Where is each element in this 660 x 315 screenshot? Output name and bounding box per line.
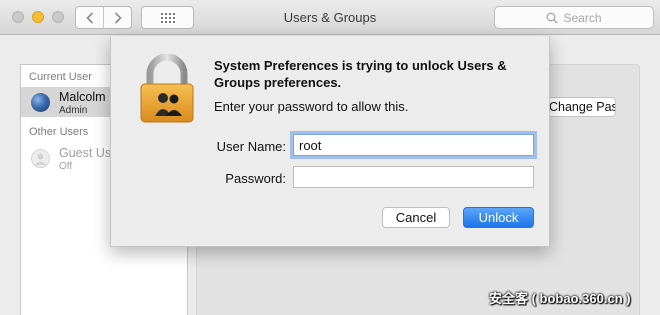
user-role: Off — [59, 161, 73, 172]
grid-icon — [160, 12, 175, 23]
guest-avatar — [31, 149, 50, 168]
avatar — [31, 93, 50, 112]
watermark: 安全客 ( bobao.360.cn ) — [489, 291, 631, 306]
unlock-button[interactable]: Unlock — [463, 207, 534, 228]
user-role: Admin — [59, 105, 88, 116]
username-field[interactable] — [293, 134, 534, 156]
forward-button[interactable] — [103, 7, 131, 28]
back-button[interactable] — [76, 7, 103, 28]
window-toolbar: Users & Groups Search — [0, 0, 660, 35]
window-title: Users & Groups — [283, 10, 377, 25]
show-all-button[interactable] — [141, 6, 194, 29]
username-label: User Name: — [216, 139, 286, 154]
dialog-title: System Preferences is trying to unlock U… — [214, 58, 507, 90]
user-name: Malcolm — [59, 90, 106, 104]
cancel-button[interactable]: Cancel — [382, 207, 450, 228]
search-icon — [547, 12, 558, 23]
search-placeholder: Search — [563, 10, 602, 25]
search-field[interactable]: Search — [494, 6, 654, 29]
password-label: Password: — [225, 171, 286, 186]
password-field[interactable] — [293, 166, 534, 188]
close-window-button[interactable] — [12, 11, 24, 23]
other-users-heading: Other Users — [29, 126, 89, 138]
minimize-window-button[interactable] — [32, 11, 44, 23]
zoom-window-button[interactable] — [52, 11, 64, 23]
person-icon — [35, 153, 46, 165]
nav-button-group — [75, 6, 132, 29]
chevron-left-icon — [85, 11, 93, 24]
current-user-heading: Current User — [29, 71, 92, 83]
dialog-message: Enter your password to allow this. — [214, 99, 409, 114]
chevron-right-icon — [114, 11, 122, 24]
authentication-dialog: System Preferences is trying to unlock U… — [110, 36, 550, 247]
padlock-users-icon — [140, 54, 194, 123]
